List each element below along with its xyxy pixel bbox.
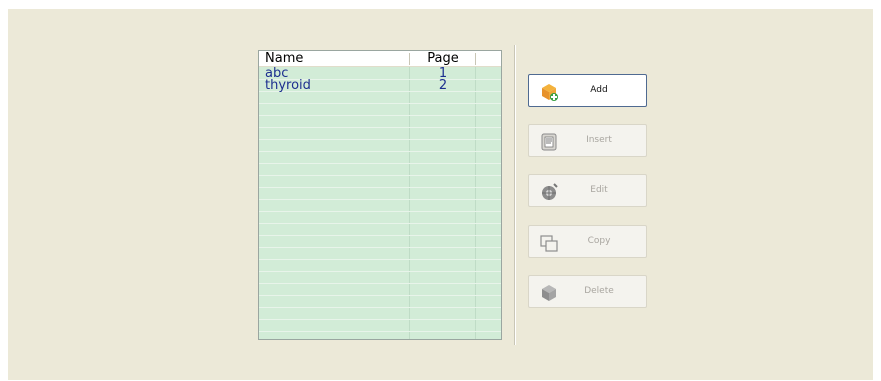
grid-row-line — [259, 151, 501, 152]
grid-row-line — [259, 235, 501, 236]
list-row-page: 2 — [438, 78, 448, 93]
grid-row-line — [259, 259, 501, 260]
delete-button[interactable]: Delete — [528, 275, 647, 308]
grid-row-line — [259, 163, 501, 164]
insert-button-label: Insert — [586, 135, 612, 145]
insert-document-icon — [539, 132, 559, 152]
insert-button[interactable]: Insert — [528, 124, 647, 157]
grid-row-line — [259, 127, 501, 128]
column-header-page[interactable]: Page — [411, 51, 475, 66]
grid-row-line — [259, 319, 501, 320]
list-header: Name Page — [259, 51, 501, 67]
column-header-name[interactable]: Name — [265, 51, 303, 66]
header-separator — [475, 53, 476, 65]
grid-row-line — [259, 211, 501, 212]
vertical-divider — [514, 45, 516, 345]
grid-row-line — [259, 115, 501, 116]
add-box-icon — [539, 82, 559, 102]
grid-row-line — [259, 271, 501, 272]
grid-row-line — [259, 199, 501, 200]
header-separator — [409, 53, 410, 65]
grid-row-line — [259, 175, 501, 176]
list-row[interactable]: thyroid 2 — [259, 78, 501, 93]
grid-column-line — [475, 67, 476, 339]
grid-row-line — [259, 187, 501, 188]
copy-button-label: Copy — [587, 236, 611, 246]
delete-box-icon — [539, 283, 559, 303]
list-row-name: thyroid — [265, 78, 311, 93]
grid-row-line — [259, 295, 501, 296]
delete-button-label: Delete — [584, 286, 614, 296]
edit-button[interactable]: Edit — [528, 174, 647, 207]
grid-row-line — [259, 247, 501, 248]
add-button-label: Add — [590, 85, 608, 95]
grid-row-line — [259, 283, 501, 284]
edit-wheel-icon — [539, 182, 559, 202]
edit-button-label: Edit — [590, 185, 608, 195]
grid-row-line — [259, 103, 501, 104]
page-list[interactable]: Name Page abc 1 thyroid 2 — [258, 50, 502, 340]
add-button[interactable]: Add — [528, 74, 647, 107]
grid-column-line — [409, 67, 410, 339]
copy-button[interactable]: Copy — [528, 225, 647, 258]
copy-windows-icon — [539, 233, 559, 253]
grid-row-line — [259, 331, 501, 332]
grid-row-line — [259, 223, 501, 224]
grid-row-line — [259, 307, 501, 308]
grid-row-line — [259, 139, 501, 140]
